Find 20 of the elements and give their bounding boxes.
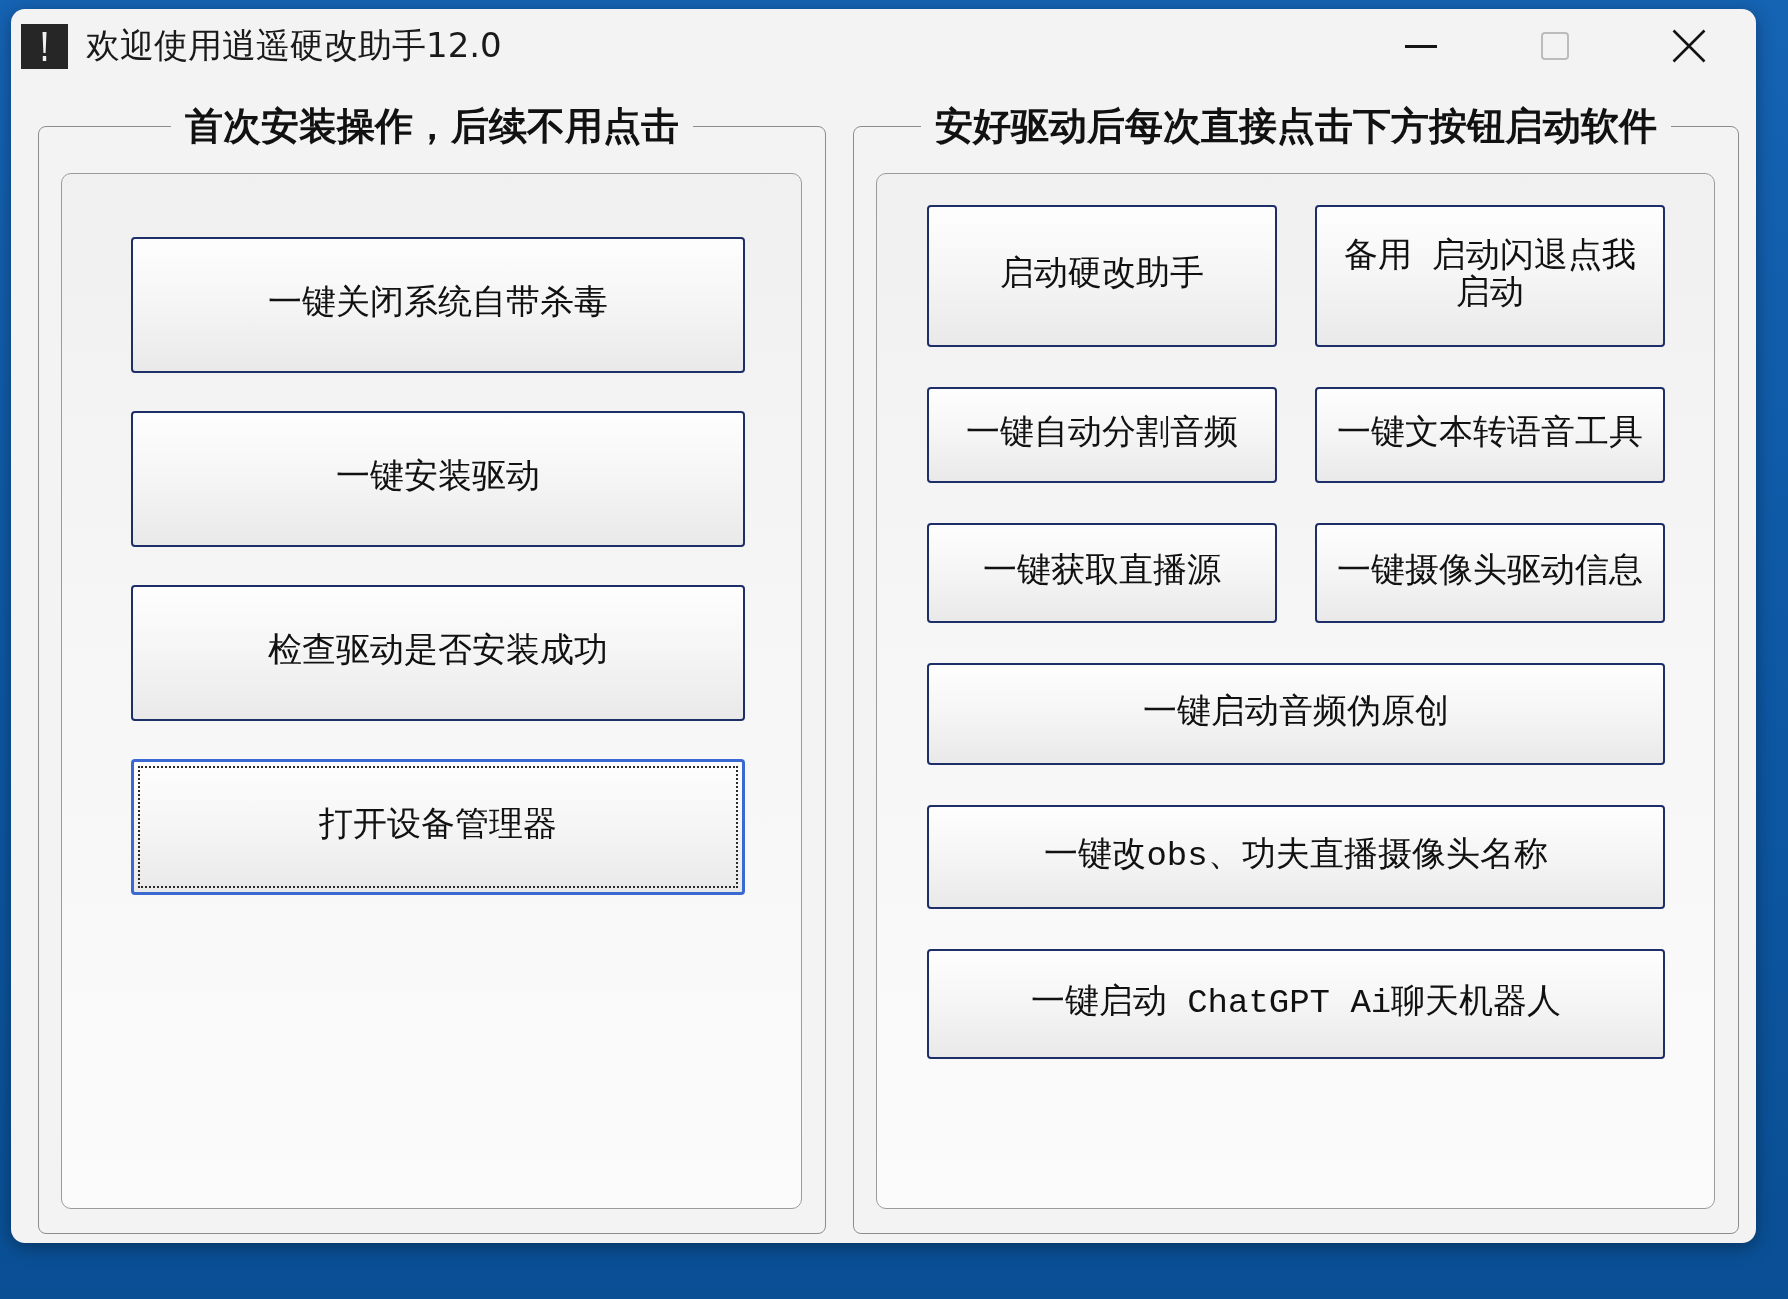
action-button[interactable]: 一键启动音频伪原创: [927, 663, 1665, 765]
action-button[interactable]: 检查驱动是否安装成功: [131, 585, 745, 721]
action-button[interactable]: 一键获取直播源: [927, 523, 1277, 623]
minimize-icon: [1405, 44, 1437, 48]
action-button[interactable]: 备用 启动闪退点我启动: [1315, 205, 1665, 347]
action-button[interactable]: 一键自动分割音频: [927, 387, 1277, 483]
action-button[interactable]: 一键关闭系统自带杀毒: [131, 237, 745, 373]
exclamation-icon: [21, 23, 68, 69]
maximize-icon: [1541, 32, 1569, 60]
action-button[interactable]: 一键安装驱动: [131, 411, 745, 547]
action-button[interactable]: 启动硬改助手: [927, 205, 1277, 347]
action-button[interactable]: 一键文本转语音工具: [1315, 387, 1665, 483]
action-button[interactable]: 打开设备管理器: [131, 759, 745, 895]
action-button[interactable]: 一键改obs、功夫直播摄像头名称: [927, 805, 1665, 909]
action-button[interactable]: 一键启动 ChatGPT Ai聊天机器人: [927, 949, 1665, 1059]
action-button[interactable]: 一键摄像头驱动信息: [1315, 523, 1665, 623]
group-title: 首次安装操作，后续不用点击: [183, 103, 680, 149]
window-title: 欢迎使用逍遥硬改助手12.0: [86, 24, 502, 67]
group-title: 安好驱动后每次直接点击下方按钮启动软件: [933, 103, 1658, 149]
close-icon: [1672, 29, 1706, 63]
